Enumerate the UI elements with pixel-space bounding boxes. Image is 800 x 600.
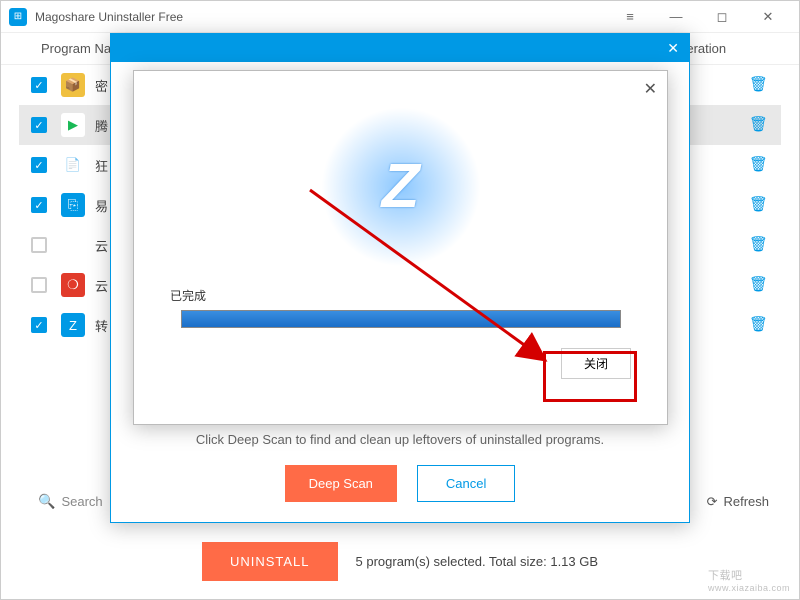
program-icon: 📄 (61, 153, 85, 177)
search-icon: 🔍 (38, 493, 55, 510)
program-icon: Z (61, 313, 85, 337)
progress-status-label: 已完成 (170, 287, 206, 304)
titlebar: ⊞ Magoshare Uninstaller Free ≡ — ◻ ✕ (1, 1, 799, 33)
uninstall-button[interactable]: UNINSTALL (202, 542, 338, 581)
close-window-button[interactable]: ✕ (745, 3, 791, 31)
watermark-line1: 下载吧 (708, 570, 743, 582)
selection-status: 5 program(s) selected. Total size: 1.13 … (356, 554, 599, 569)
trash-icon[interactable]: 🗑 (749, 195, 769, 215)
app-icon: ⊞ (9, 8, 27, 26)
row-checkbox[interactable]: ✓ (31, 317, 47, 333)
app-title: Magoshare Uninstaller Free (35, 10, 607, 24)
trash-icon[interactable]: 🗑 (749, 275, 769, 295)
program-icon: 🖥 (61, 233, 85, 257)
dialog-close-icon[interactable]: ✕ (667, 40, 679, 57)
trash-icon[interactable]: 🗑 (749, 115, 769, 135)
progress-body: Z 已完成 关闭 (134, 71, 667, 424)
search-placeholder: Search (61, 494, 102, 509)
program-icon: ▶ (61, 113, 85, 137)
row-checkbox[interactable]: ✓ (31, 157, 47, 173)
progress-bar (181, 310, 621, 328)
row-checkbox[interactable]: ✓ (31, 117, 47, 133)
deep-scan-button[interactable]: Deep Scan (285, 465, 397, 502)
watermark-line2: www.xiazaiba.com (708, 583, 790, 593)
maximize-button[interactable]: ◻ (699, 3, 745, 31)
dialog-actions: Deep Scan Cancel (141, 465, 659, 502)
close-button[interactable]: 关闭 (561, 348, 631, 379)
progress-actions: 关闭 (561, 348, 631, 379)
row-checkbox[interactable] (31, 237, 47, 253)
deep-scan-hint: Click Deep Scan to find and clean up lef… (141, 432, 659, 447)
program-icon: ⎘ (61, 193, 85, 217)
progress-close-icon[interactable]: ✕ (644, 79, 657, 99)
trash-icon[interactable]: 🗑 (749, 235, 769, 255)
cancel-button[interactable]: Cancel (417, 465, 515, 502)
watermark: 下载吧 www.xiazaiba.com (704, 566, 794, 594)
row-checkbox[interactable]: ✓ (31, 197, 47, 213)
row-checkbox[interactable]: ✓ (31, 77, 47, 93)
progress-dialog: ✕ Z 已完成 关闭 (133, 70, 668, 425)
window-controls: ≡ — ◻ ✕ (607, 3, 791, 31)
row-checkbox[interactable] (31, 277, 47, 293)
program-icon: 📦 (61, 73, 85, 97)
trash-icon[interactable]: 🗑 (749, 155, 769, 175)
refresh-label: Refresh (723, 494, 769, 509)
z-logo-icon: Z (382, 151, 420, 222)
trash-icon[interactable]: 🗑 (749, 315, 769, 335)
progress-fill (182, 311, 620, 327)
minimize-button[interactable]: — (653, 3, 699, 31)
program-icon: ❍ (61, 273, 85, 297)
logo-glow: Z (321, 107, 481, 267)
settings-button[interactable]: ≡ (607, 3, 653, 31)
uninstall-bar: UNINSTALL 5 program(s) selected. Total s… (1, 542, 799, 581)
trash-icon[interactable]: 🗑 (749, 75, 769, 95)
dialog-header: ✕ (111, 34, 689, 62)
refresh-button[interactable]: ⟳ Refresh (707, 494, 769, 510)
refresh-icon: ⟳ (707, 494, 718, 510)
